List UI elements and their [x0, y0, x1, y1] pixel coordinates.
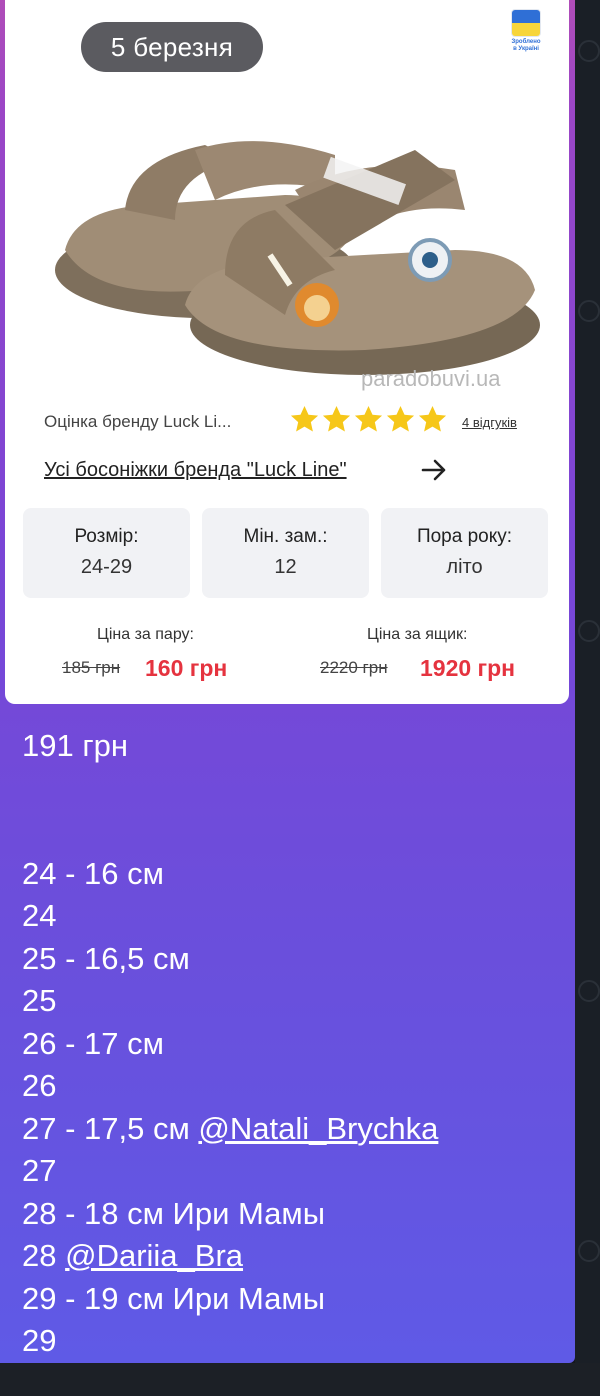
message-bubble[interactable]: 5 березня Зроблено в Україні paradobuvi.…	[0, 0, 575, 1363]
size-line-text: 24 - 16 см	[22, 855, 164, 891]
size-line-text: 28 - 18 см Ири Мамы	[22, 1195, 326, 1231]
star-icon	[322, 405, 351, 432]
size-line-text: 29	[22, 1323, 57, 1358]
size-line-text: 26 - 17 см	[22, 1025, 164, 1061]
spec-size: Розмір: 24-29	[23, 508, 190, 598]
size-line: 28 - 18 см Ири Мамы	[22, 1193, 562, 1236]
reviews-link[interactable]: 4 відгуків	[462, 415, 517, 430]
size-line: 25	[22, 980, 562, 1023]
chat-wallpaper	[575, 0, 600, 1396]
star-icon	[354, 405, 383, 432]
product-card[interactable]: 5 березня Зроблено в Україні paradobuvi.…	[5, 0, 569, 704]
all-brand-sandals-link[interactable]: Усі босоніжки бренда "Luck Line"	[44, 459, 347, 482]
size-line-text: 27 - 17,5 см	[22, 1110, 199, 1146]
date-pill: 5 березня	[81, 22, 263, 72]
spec-season-key: Пора року:	[416, 526, 513, 547]
size-line: 29 - 19 см Ири Мамы	[22, 1278, 562, 1321]
size-line-text: 24	[22, 898, 57, 933]
size-line-text: 25	[22, 983, 57, 1018]
chat-bottom-bar	[0, 1363, 600, 1396]
size-line: 25 - 16,5 см	[22, 938, 562, 981]
box-old-price: 2220 грн	[320, 658, 388, 677]
box-new-price: 1920 грн	[420, 655, 516, 681]
spec-size-value: 24-29	[80, 556, 133, 578]
message-price: 191 грн	[22, 728, 129, 763]
product-photo[interactable]	[35, 100, 555, 390]
watermark: paradobuvi.ua	[361, 366, 501, 391]
pair-new-price: 160 грн	[145, 655, 228, 681]
spec-season-value: літо	[446, 556, 483, 578]
box-price-label: Ціна за ящик:	[367, 626, 468, 643]
star-icon	[290, 405, 319, 432]
size-line: 29	[22, 1320, 562, 1363]
size-line: 27 - 17,5 см @Natali_Brychka	[22, 1108, 562, 1151]
size-line-text: 25 - 16,5 см	[22, 940, 190, 976]
size-line: 24 - 16 см	[22, 853, 562, 896]
user-mention-link[interactable]: @Natali_Brychka	[198, 1111, 438, 1146]
pair-price-label: Ціна за пару:	[97, 626, 194, 643]
size-list: 24 - 16 см 24 25 - 16,5 см 25 26 - 17 см 26 27…	[22, 853, 562, 1363]
badge-text-2: в Україні	[513, 46, 539, 52]
pair-old-price: 185 грн	[62, 658, 121, 677]
badge-text-1: Зроблено	[511, 39, 541, 45]
brand-rating-label: Оцінка бренду Luck Li...	[44, 412, 232, 431]
star-icon	[386, 405, 415, 432]
made-in-ukraine-badge: Зроблено в Україні	[501, 5, 551, 67]
spec-min-order: Мін. зам.: 12	[202, 508, 369, 598]
size-line: 26 - 17 см	[22, 1023, 562, 1066]
size-line-text: 29 - 19 см Ири Мамы	[22, 1280, 326, 1316]
size-line: 27	[22, 1150, 562, 1193]
size-line-text: 27	[22, 1153, 57, 1188]
spec-size-key: Розмір:	[74, 526, 139, 547]
spec-min-order-key: Мін. зам.:	[243, 526, 328, 547]
ukraine-flag-icon	[511, 9, 541, 37]
rating-stars	[289, 404, 448, 435]
size-line-text: 28	[22, 1238, 66, 1273]
arrow-right-icon[interactable]	[419, 455, 449, 485]
message-text: 191 грн 24 - 16 см 24 25 - 16,5 см 25 26 - 1…	[22, 725, 562, 1363]
user-mention-link[interactable]: @Dariia_Bra	[65, 1238, 243, 1273]
size-line: 28 @Dariia_Bra	[22, 1235, 562, 1278]
spec-min-order-value: 12	[274, 556, 297, 578]
star-icon	[418, 405, 447, 432]
size-line: 24	[22, 895, 562, 938]
size-line-text: 26	[22, 1068, 57, 1103]
size-line: 26	[22, 1065, 562, 1108]
spec-season: Пора року: літо	[381, 508, 548, 598]
